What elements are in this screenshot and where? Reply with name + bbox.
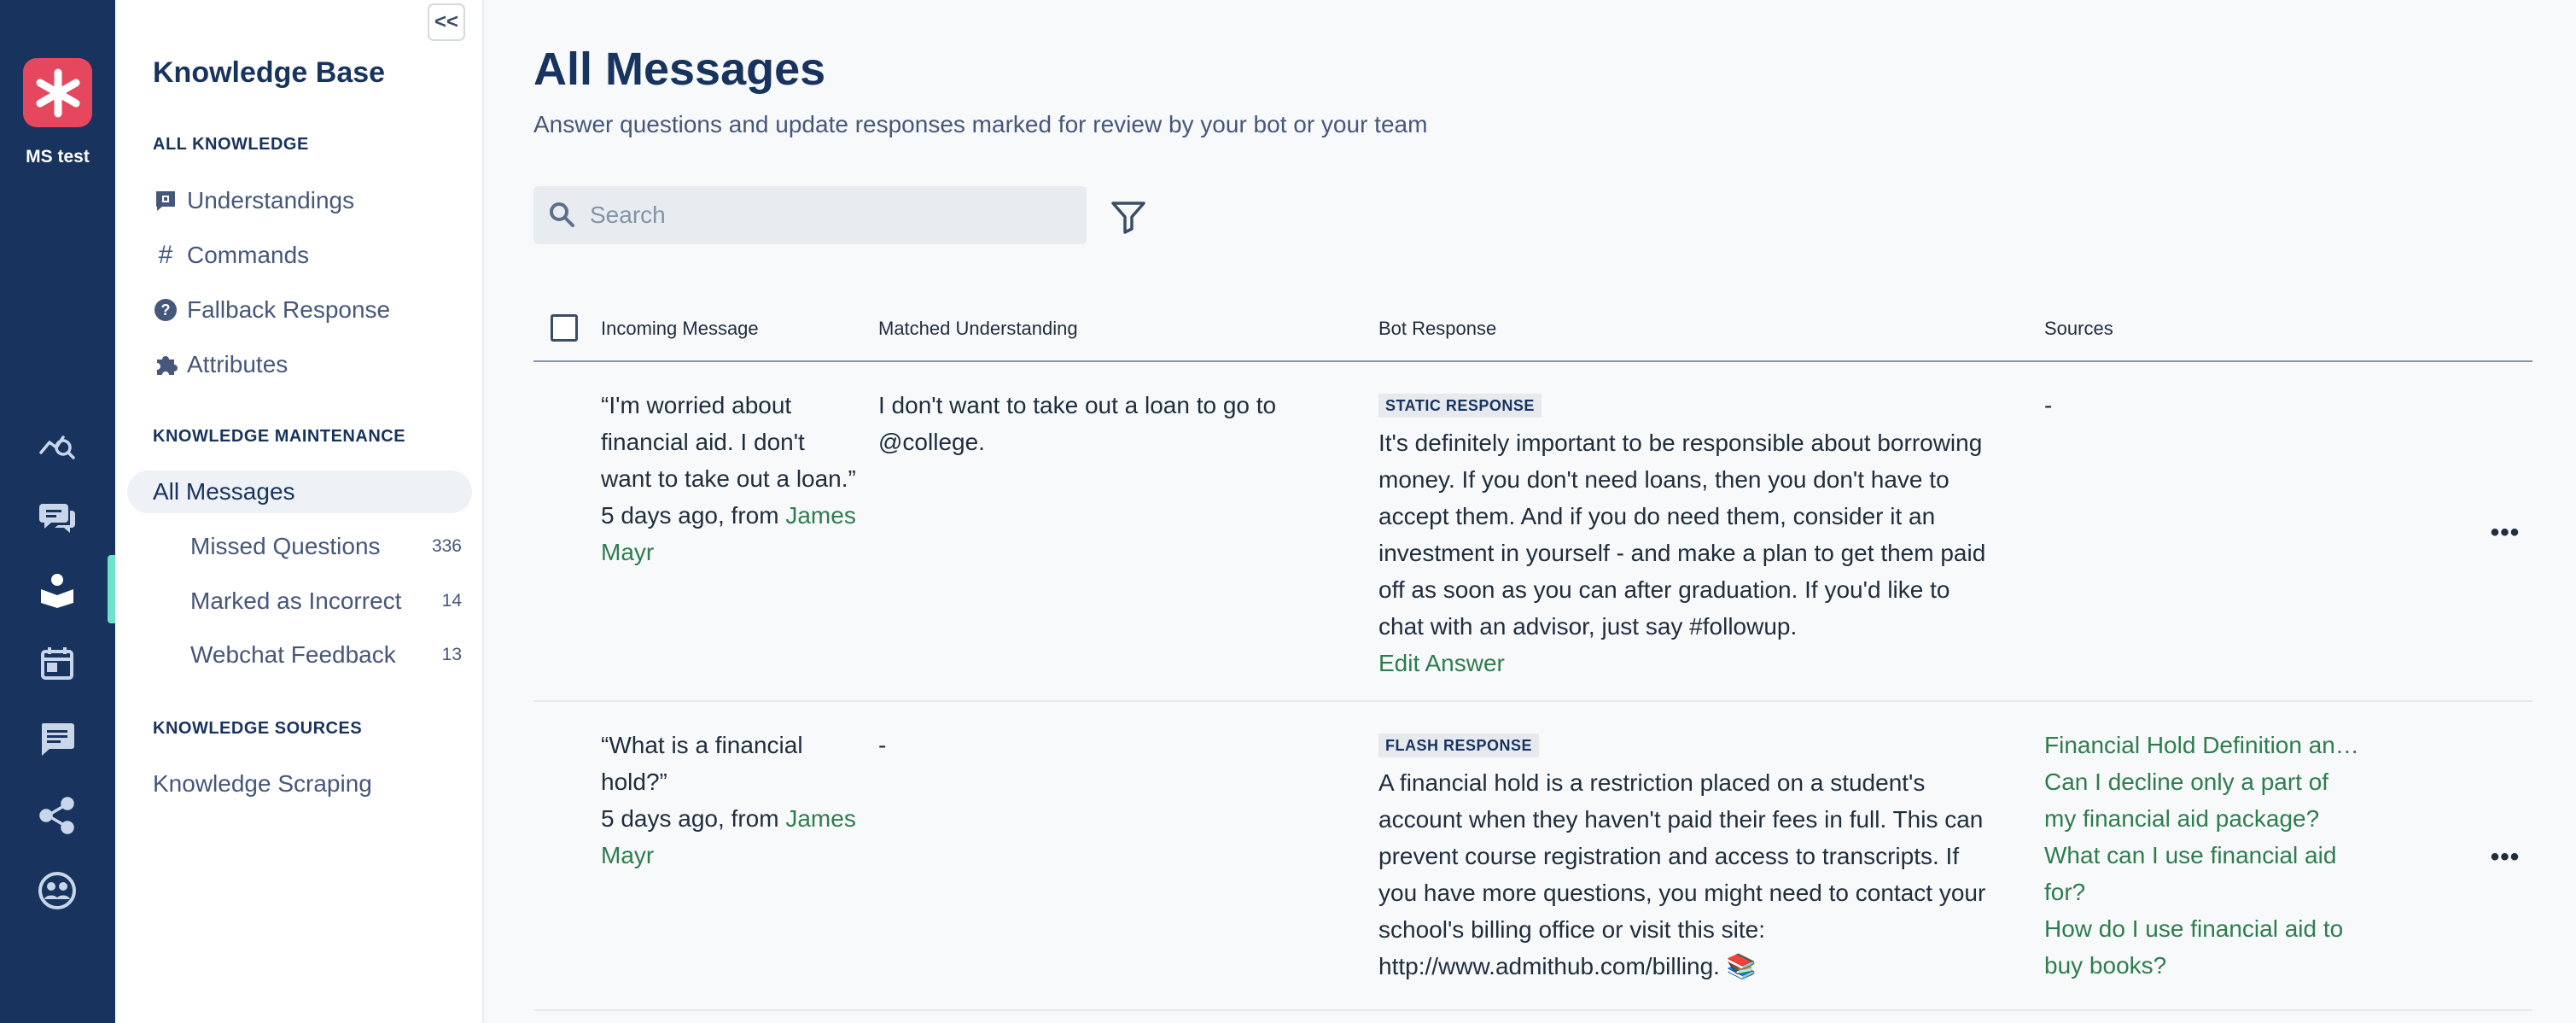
svg-text:?: ?	[161, 301, 171, 319]
collapse-sidebar-button[interactable]: <<	[428, 3, 465, 41]
incoming-message-cell: “I'm worried about financial aid. I don'…	[601, 387, 857, 570]
row-more-icon[interactable]: •••	[2488, 843, 2522, 871]
section-knowledge-sources: KNOWLEDGE SOURCES	[153, 719, 363, 738]
help-circle-icon: ?	[153, 297, 178, 323]
bot-response-text: It's definitely important to be responsi…	[1378, 430, 1986, 640]
edit-answer-link[interactable]: Edit Answer	[1378, 645, 2002, 681]
bot-response-cell: FLASH RESPONSE A financial hold is a res…	[1378, 724, 2002, 985]
sidebar-item-label: Webchat Feedback	[190, 641, 396, 668]
message-meta: 5 days ago, from	[601, 805, 779, 832]
knowledge-sidebar: << Knowledge Base ALL KNOWLEDGE Understa…	[115, 0, 484, 1023]
understanding-icon	[153, 188, 178, 213]
puzzle-icon	[153, 352, 178, 377]
message-meta: 5 days ago, from	[601, 502, 779, 529]
incoming-message-text: “What is a financial hold?”	[601, 732, 803, 795]
incoming-message-cell: “What is a financial hold?” 5 days ago, …	[601, 727, 857, 874]
source-link[interactable]: How do I use financial aid to buy books?	[2044, 910, 2360, 984]
sidebar-item-label: Knowledge Scraping	[153, 770, 372, 797]
insights-icon[interactable]	[34, 420, 80, 466]
matched-understanding-cell: -	[878, 732, 887, 758]
sidebar-item-label: Marked as Incorrect	[190, 587, 402, 614]
row-more-icon[interactable]: •••	[2488, 518, 2522, 547]
search-icon	[547, 200, 578, 231]
search-box	[533, 186, 1087, 244]
sidebar-item-knowledge-scraping[interactable]: Knowledge Scraping	[153, 763, 372, 805]
asterisk-logo-icon	[36, 68, 79, 117]
sidebar-item-webchat-feedback[interactable]: Webchat Feedback 13	[190, 634, 462, 676]
messages-icon[interactable]	[34, 716, 80, 762]
sidebar-item-fallback-response[interactable]: ? Fallback Response	[153, 289, 390, 331]
column-header-response[interactable]: Bot Response	[1378, 318, 1496, 340]
hash-icon: #	[158, 241, 173, 269]
bot-response-text: A financial hold is a restriction placed…	[1378, 769, 1986, 979]
table-header: Incoming Message Matched Understanding B…	[533, 306, 2532, 362]
count-badge: 13	[441, 645, 462, 664]
integrations-icon[interactable]	[34, 792, 80, 839]
sidebar-item-label: Commands	[187, 242, 310, 268]
response-type-badge: STATIC RESPONSE	[1378, 394, 1542, 418]
sidebar-item-understandings[interactable]: Understandings	[153, 179, 354, 222]
knowledge-base-icon[interactable]	[34, 567, 80, 613]
page-title: All Messages	[533, 44, 826, 95]
sidebar-item-label: Missed Questions	[190, 533, 381, 559]
column-header-sources[interactable]: Sources	[2044, 318, 2113, 340]
conversations-icon[interactable]	[34, 494, 80, 540]
sidebar-item-missed-questions[interactable]: Missed Questions 336	[190, 525, 462, 568]
sources-cell: Financial Hold Definition and Impact Can…	[2044, 727, 2360, 984]
sidebar-item-marked-incorrect[interactable]: Marked as Incorrect 14	[190, 580, 462, 623]
audience-icon[interactable]	[34, 868, 80, 914]
sidebar-item-attributes[interactable]: Attributes	[153, 343, 288, 386]
page-subtitle: Answer questions and update responses ma…	[533, 111, 1428, 137]
column-header-incoming[interactable]: Incoming Message	[601, 318, 759, 340]
sidebar-item-label: Understandings	[187, 187, 355, 213]
table-row[interactable]: “I'm worried about financial aid. I don'…	[533, 362, 2532, 702]
app-rail: MS test	[0, 0, 115, 1023]
source-link[interactable]: What can I use financial aid for?	[2044, 837, 2360, 910]
sidebar-item-label: Attributes	[187, 351, 288, 377]
org-name: MS test	[26, 147, 90, 167]
sidebar-item-label: All Messages	[153, 478, 295, 505]
source-empty: -	[2044, 392, 2053, 418]
table-row[interactable]: “What is a financial hold?” 5 days ago, …	[533, 702, 2532, 1011]
source-link[interactable]: Can I decline only a part of my financia…	[2044, 763, 2360, 837]
bot-response-cell: STATIC RESPONSE It's definitely importan…	[1378, 384, 2002, 681]
org-logo[interactable]	[23, 58, 92, 127]
incoming-message-text: “I'm worried about financial aid. I don'…	[601, 392, 856, 492]
response-type-badge: FLASH RESPONSE	[1378, 734, 1540, 757]
sidebar-title: Knowledge Base	[153, 56, 386, 89]
calendar-icon[interactable]	[34, 640, 80, 687]
matched-understanding-cell[interactable]: I don't want to take out a loan to go to…	[878, 387, 1322, 460]
count-badge: 14	[441, 591, 462, 611]
section-knowledge-maintenance: KNOWLEDGE MAINTENANCE	[153, 427, 406, 446]
column-header-matched[interactable]: Matched Understanding	[878, 318, 1078, 340]
filter-icon[interactable]	[1110, 198, 1147, 236]
section-all-knowledge: ALL KNOWLEDGE	[153, 135, 309, 154]
rail-active-marker	[108, 555, 115, 623]
count-badge: 336	[431, 536, 462, 556]
sidebar-item-all-messages[interactable]: All Messages	[127, 471, 472, 513]
search-input[interactable]	[590, 202, 1068, 229]
sources-cell: -	[2044, 387, 2360, 424]
sidebar-item-label: Fallback Response	[187, 296, 391, 323]
source-link[interactable]: Financial Hold Definition and Impact	[2044, 727, 2360, 763]
sidebar-item-commands[interactable]: # Commands	[153, 234, 310, 277]
select-all-checkbox[interactable]	[551, 314, 578, 342]
